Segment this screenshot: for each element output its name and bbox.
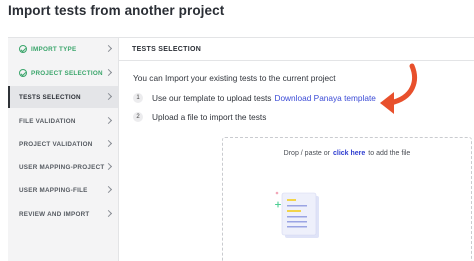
dropzone-text: Drop / paste or click here to add the file <box>223 150 471 157</box>
instruction-1: 1 Use our template to upload tests Downl… <box>133 92 376 104</box>
file-document-icon <box>274 191 319 238</box>
instruction-text: Upload a file to import the tests <box>152 112 267 122</box>
chevron-right-icon <box>104 209 113 217</box>
check-circle-icon <box>19 45 27 53</box>
chevron-right-icon <box>104 68 113 76</box>
step-label: USER MAPPING-PROJECT <box>19 163 105 171</box>
step-user-mapping-file[interactable]: USER MAPPING-FILE <box>8 179 118 201</box>
step-number-badge: 2 <box>133 112 143 122</box>
chevron-right-icon <box>104 139 113 147</box>
chevron-right-icon <box>104 92 113 100</box>
wizard-steps-sidebar: IMPORT TYPE PROJECT SELECTION TESTS SELE… <box>8 37 118 261</box>
chevron-right-icon <box>104 162 113 170</box>
step-number-badge: 1 <box>133 93 143 103</box>
step-label: USER MAPPING-FILE <box>19 186 88 194</box>
step-user-mapping-project[interactable]: USER MAPPING-PROJECT <box>8 156 118 178</box>
step-label: FILE VALIDATION <box>19 117 76 125</box>
file-dropzone[interactable]: Drop / paste or click here to add the file <box>222 137 472 261</box>
curved-arrow-icon <box>380 63 417 114</box>
click-here-link[interactable]: click here <box>333 150 365 157</box>
download-template-link[interactable]: Download Panaya template <box>274 93 375 103</box>
chevron-right-icon <box>104 185 113 193</box>
step-tests-selection[interactable]: TESTS SELECTION <box>8 86 118 108</box>
instruction-2: 2 Upload a file to import the tests <box>133 111 266 123</box>
step-label: TESTS SELECTION <box>19 93 81 101</box>
step-label: PROJECT SELECTION <box>31 69 103 77</box>
step-label: IMPORT TYPE <box>31 45 77 53</box>
dropzone-prefix: Drop / paste or <box>283 150 330 157</box>
step-file-validation[interactable]: FILE VALIDATION <box>8 110 118 132</box>
step-import-type[interactable]: IMPORT TYPE <box>8 38 118 60</box>
panel-header: TESTS SELECTION <box>119 37 474 61</box>
intro-text: You can Import your existing tests to th… <box>133 73 336 83</box>
chevron-right-icon <box>104 44 113 52</box>
page-title: Import tests from another project <box>8 3 225 18</box>
step-label: PROJECT VALIDATION <box>19 140 93 148</box>
step-review-and-import[interactable]: REVIEW AND IMPORT <box>8 203 118 225</box>
step-project-validation[interactable]: PROJECT VALIDATION <box>8 133 118 155</box>
chevron-right-icon <box>104 116 113 124</box>
step-label: REVIEW AND IMPORT <box>19 210 90 218</box>
instruction-text: Use our template to upload tests <box>152 93 272 103</box>
check-circle-icon <box>19 69 27 77</box>
step-project-selection[interactable]: PROJECT SELECTION <box>8 62 118 84</box>
dropzone-suffix: to add the file <box>368 150 411 157</box>
